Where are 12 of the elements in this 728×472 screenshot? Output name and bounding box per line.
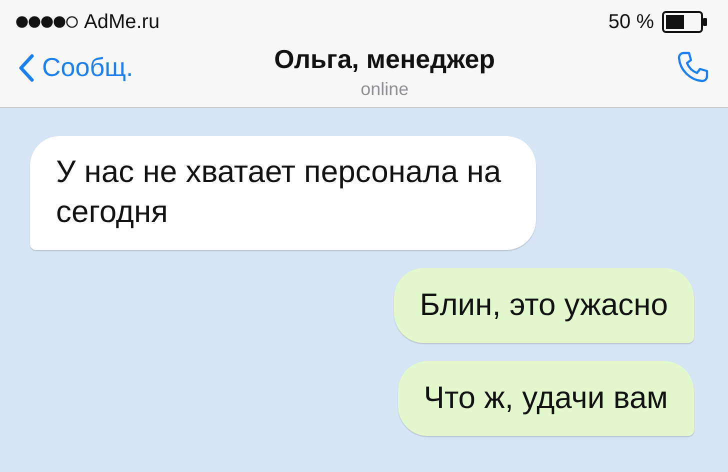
battery-icon bbox=[662, 11, 708, 33]
back-button[interactable]: Сообщ. bbox=[18, 44, 134, 83]
chevron-left-icon bbox=[18, 54, 34, 82]
incoming-message: У нас не хватает персонала на сегодня bbox=[30, 136, 536, 250]
chat-title: Ольга, менеджер bbox=[274, 44, 496, 75]
outgoing-message: Блин, это ужасно bbox=[394, 268, 694, 343]
chat-status: online bbox=[360, 79, 410, 100]
phone-icon bbox=[676, 50, 710, 84]
signal-icon bbox=[16, 15, 78, 29]
carrier-name: AdMe.ru bbox=[84, 10, 160, 34]
battery-percentage: 50 % bbox=[608, 10, 654, 34]
outgoing-message: Что ж, удачи вам bbox=[398, 361, 694, 436]
